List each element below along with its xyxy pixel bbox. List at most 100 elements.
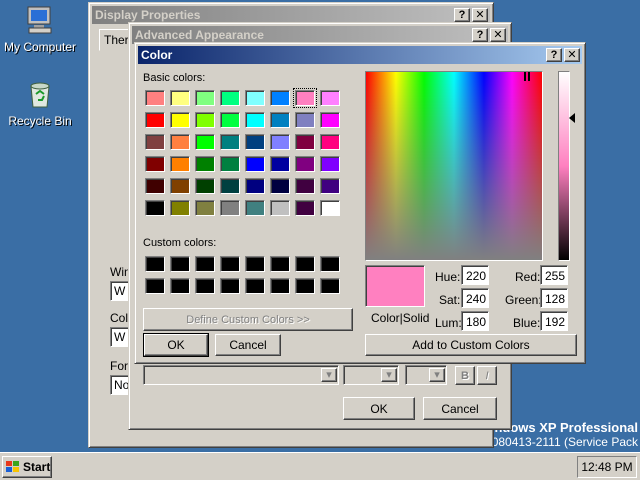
add-to-custom-colors-button[interactable]: Add to Custom Colors xyxy=(365,334,577,356)
basic-color-swatch[interactable] xyxy=(195,90,215,106)
custom-color-swatch[interactable] xyxy=(220,256,240,272)
close-button[interactable]: ✕ xyxy=(472,8,488,22)
custom-color-swatch[interactable] xyxy=(295,256,315,272)
bold-button[interactable]: B xyxy=(455,366,475,385)
help-button[interactable]: ? xyxy=(472,28,488,42)
sat-field[interactable]: 240 xyxy=(461,288,489,308)
color-spectrum[interactable] xyxy=(365,71,543,261)
basic-color-swatch[interactable] xyxy=(170,112,190,128)
custom-color-swatch[interactable] xyxy=(245,278,265,294)
close-button[interactable]: ✕ xyxy=(564,48,580,62)
basic-color-swatch[interactable] xyxy=(293,88,317,108)
basic-color-swatch[interactable] xyxy=(295,112,315,128)
italic-button[interactable]: I xyxy=(477,366,497,385)
custom-color-swatch[interactable] xyxy=(245,256,265,272)
custom-color-swatch[interactable] xyxy=(270,278,290,294)
basic-color-swatch[interactable] xyxy=(320,134,340,150)
basic-color-swatch[interactable] xyxy=(220,112,240,128)
basic-color-swatch[interactable] xyxy=(245,134,265,150)
basic-color-swatch[interactable] xyxy=(295,178,315,194)
desktop-icon-recycle-bin[interactable]: Recycle Bin xyxy=(0,78,80,128)
red-field[interactable]: 255 xyxy=(540,265,568,285)
basic-color-swatch[interactable] xyxy=(295,200,315,216)
basic-color-swatch[interactable] xyxy=(195,112,215,128)
basic-color-swatch[interactable] xyxy=(220,156,240,172)
size-dropdown[interactable]: ▾ xyxy=(343,365,399,385)
basic-color-swatch[interactable] xyxy=(295,134,315,150)
basic-color-swatch[interactable] xyxy=(295,156,315,172)
color-solid-label: Color|Solid xyxy=(371,311,430,325)
basic-color-swatch[interactable] xyxy=(270,112,290,128)
basic-color-swatch[interactable] xyxy=(220,178,240,194)
basic-color-swatch[interactable] xyxy=(320,112,340,128)
hue-field[interactable]: 220 xyxy=(461,265,489,285)
basic-color-swatch[interactable] xyxy=(195,156,215,172)
basic-color-swatch[interactable] xyxy=(195,178,215,194)
basic-color-swatch[interactable] xyxy=(320,178,340,194)
custom-color-swatch[interactable] xyxy=(145,278,165,294)
lum-field[interactable]: 180 xyxy=(461,311,489,331)
define-custom-colors-button[interactable]: Define Custom Colors >> xyxy=(143,308,353,331)
help-button[interactable]: ? xyxy=(454,8,470,22)
advanced-cancel-button[interactable]: Cancel xyxy=(423,397,497,420)
blue-field[interactable]: 192 xyxy=(540,311,568,331)
help-button[interactable]: ? xyxy=(546,48,562,62)
custom-color-swatch[interactable] xyxy=(220,278,240,294)
basic-color-swatch[interactable] xyxy=(245,178,265,194)
basic-color-swatch[interactable] xyxy=(245,200,265,216)
color-cancel-button[interactable]: Cancel xyxy=(215,334,281,356)
custom-color-swatch[interactable] xyxy=(320,278,340,294)
basic-color-swatch[interactable] xyxy=(270,90,290,106)
window-title: Color xyxy=(141,48,173,62)
basic-color-swatch[interactable] xyxy=(270,156,290,172)
basic-color-swatch[interactable] xyxy=(145,90,165,106)
basic-color-swatch[interactable] xyxy=(145,156,165,172)
custom-color-swatch[interactable] xyxy=(145,256,165,272)
basic-color-swatch[interactable] xyxy=(245,90,265,106)
basic-color-swatch[interactable] xyxy=(145,112,165,128)
basic-color-swatch[interactable] xyxy=(270,134,290,150)
color-ok-button[interactable]: OK xyxy=(143,333,209,357)
start-button[interactable]: Start xyxy=(2,456,52,478)
basic-color-swatch[interactable] xyxy=(245,156,265,172)
custom-color-swatch[interactable] xyxy=(295,278,315,294)
custom-color-swatch[interactable] xyxy=(270,256,290,272)
basic-color-swatch[interactable] xyxy=(220,90,240,106)
custom-color-swatch[interactable] xyxy=(170,256,190,272)
basic-color-swatch[interactable] xyxy=(170,90,190,106)
desktop-icon-my-computer[interactable]: My Computer xyxy=(0,4,80,54)
basic-color-swatch[interactable] xyxy=(245,112,265,128)
basic-color-swatch[interactable] xyxy=(170,178,190,194)
custom-color-swatch[interactable] xyxy=(195,278,215,294)
basic-color-swatch[interactable] xyxy=(170,156,190,172)
basic-color-swatch[interactable] xyxy=(170,200,190,216)
basic-color-swatch[interactable] xyxy=(195,200,215,216)
taskbar: Start 12:48 PM xyxy=(0,452,640,480)
basic-color-swatch[interactable] xyxy=(145,200,165,216)
basic-color-swatch[interactable] xyxy=(145,178,165,194)
custom-color-swatch[interactable] xyxy=(320,256,340,272)
basic-color-swatch[interactable] xyxy=(220,134,240,150)
basic-color-swatch[interactable] xyxy=(270,200,290,216)
basic-color-swatch[interactable] xyxy=(145,134,165,150)
close-button[interactable]: ✕ xyxy=(490,28,506,42)
basic-color-swatch[interactable] xyxy=(320,200,340,216)
blue-label: Blue: xyxy=(513,316,541,330)
luminosity-slider[interactable] xyxy=(558,71,570,261)
luminosity-arrow-icon[interactable] xyxy=(569,113,575,123)
green-field[interactable]: 128 xyxy=(540,288,568,308)
basic-color-swatch[interactable] xyxy=(320,156,340,172)
basic-color-swatch[interactable] xyxy=(320,90,340,106)
lum-label: Lum: xyxy=(435,316,462,330)
system-tray-clock[interactable]: 12:48 PM xyxy=(577,456,637,478)
font-color-dropdown[interactable]: ▾ xyxy=(405,365,447,385)
font-dropdown[interactable]: ▾ xyxy=(143,365,339,385)
basic-color-swatch[interactable] xyxy=(170,134,190,150)
basic-color-swatch[interactable] xyxy=(195,134,215,150)
basic-color-swatch[interactable] xyxy=(270,178,290,194)
advanced-ok-button[interactable]: OK xyxy=(343,397,415,420)
label-color: Col xyxy=(110,311,129,325)
basic-color-swatch[interactable] xyxy=(220,200,240,216)
custom-color-swatch[interactable] xyxy=(195,256,215,272)
custom-color-swatch[interactable] xyxy=(170,278,190,294)
